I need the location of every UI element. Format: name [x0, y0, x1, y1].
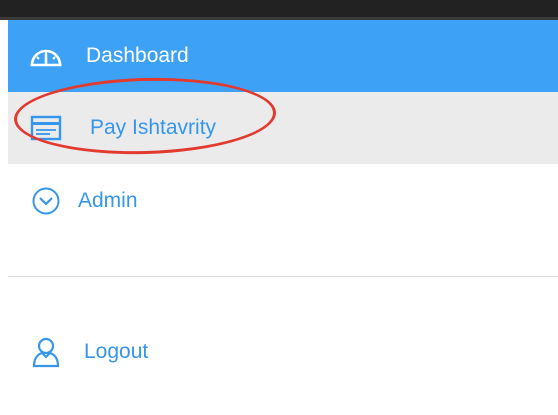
sidebar-divider: [8, 276, 558, 277]
top-bar: [0, 0, 558, 20]
sidebar-item-label: Admin: [78, 189, 138, 212]
user-icon: [28, 334, 64, 370]
speedometer-icon: [28, 38, 64, 74]
sidebar-item-admin[interactable]: Admin: [8, 164, 558, 238]
sidebar-item-dashboard[interactable]: Dashboard: [8, 20, 558, 92]
sidebar-item-pay-ishtavrity[interactable]: Pay Ishtavrity: [8, 92, 558, 164]
sidebar-item-logout[interactable]: Logout: [8, 320, 558, 384]
sidebar-nav: Dashboard Pay Ishtavrity Admin Logout: [8, 20, 558, 415]
sidebar-item-label: Logout: [84, 340, 149, 363]
sidebar-item-label: Dashboard: [86, 44, 189, 67]
credit-card-icon: [28, 110, 64, 146]
sidebar-item-label: Pay Ishtavrity: [90, 116, 217, 139]
chevron-circle-down-icon: [28, 183, 64, 219]
